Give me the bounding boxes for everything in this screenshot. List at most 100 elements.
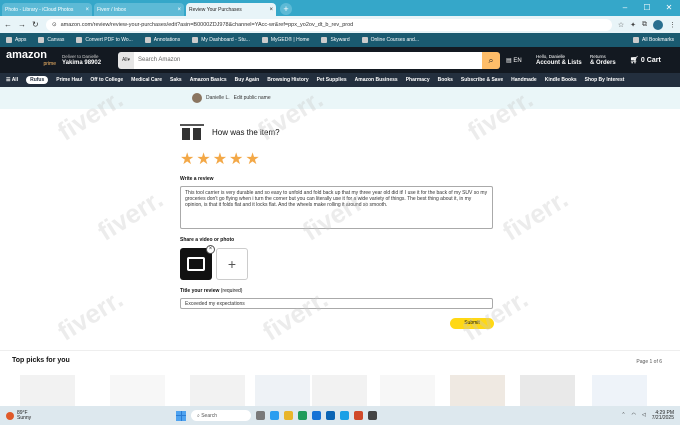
date: 7/21/2025 [651,414,674,421]
tray-chevron-icon[interactable]: ⌃ [621,413,625,418]
extension-icon[interactable]: ✦ [630,21,636,29]
chrome-icon[interactable] [298,411,307,420]
bookmark-convert-pdf[interactable]: Convert PDF to Wo... [76,37,133,43]
nav-rufus[interactable]: Rufus [26,76,49,84]
nav-label: All [11,77,19,83]
maximize-icon[interactable]: ☐ [636,0,658,16]
nav-saks[interactable]: Saks [170,77,182,83]
product-card[interactable] [110,375,165,407]
store-icon[interactable] [326,411,335,420]
edit-public-name-link[interactable]: Edit public name [234,95,271,101]
tab-fiverr-inbox[interactable]: Fiverr / Inbox × [94,3,184,16]
top-picks-heading: Top picks for you [12,357,70,364]
bookmark-skyward[interactable]: Skyward [321,37,350,43]
app-icon[interactable] [368,411,377,420]
add-media-button[interactable]: + [216,248,248,280]
nav-prime-haul[interactable]: Prime Haul [56,77,82,83]
bookmark-annotations[interactable]: Annotations [144,37,180,43]
bookmark-myged[interactable]: MyGED® | Home [261,37,309,43]
nav-shop-by-interest[interactable]: Shop By Interest [585,77,625,83]
deliver-to[interactable]: Deliver to Danielle Yakima 98902 [62,54,112,66]
language-select[interactable]: ▤ EN [506,57,530,64]
review-title-input[interactable]: Exceeded my expectations [180,298,493,309]
review-textarea[interactable]: This tool carrier is very durable and so… [180,186,493,229]
nav-amazon-basics[interactable]: Amazon Basics [190,77,227,83]
nav-amazon-business[interactable]: Amazon Business [355,77,398,83]
star-2-icon[interactable]: ★ [196,152,210,168]
bookmark-label: Convert PDF to Wo... [85,37,133,43]
submit-button[interactable]: Submit [450,318,494,329]
extensions-puzzle-icon[interactable]: ⧉ [642,21,647,29]
close-window-icon[interactable]: ✕ [658,0,680,16]
search-category-select[interactable]: All ▾ [118,51,134,69]
product-card[interactable] [592,375,647,407]
nav-kindle-books[interactable]: Kindle Books [545,77,577,83]
product-card[interactable] [380,375,435,407]
nav-all[interactable]: ☰ All [6,77,18,83]
search-input[interactable]: Search Amazon [134,51,482,69]
tab-review-purchases[interactable]: Review Your Purchases × [186,3,276,16]
forward-icon[interactable]: → [18,20,26,29]
star-3-icon[interactable]: ★ [213,152,227,168]
nav-buy-again[interactable]: Buy Again [235,77,260,83]
task-view-icon[interactable] [256,411,265,420]
product-card[interactable] [190,375,245,407]
clock[interactable]: 4:29 PM 7/21/2025 [651,410,674,421]
annotations-icon [144,37,151,43]
close-tab-icon[interactable]: × [177,7,181,13]
taskbar-search[interactable]: ⌕ Search [191,410,251,421]
back-icon[interactable]: ← [4,20,12,29]
office-icon[interactable] [354,411,363,420]
remove-media-icon[interactable]: × [206,245,215,254]
nav-off-to-college[interactable]: Off to College [90,77,123,83]
weather-widget[interactable]: 89°F Sunny [6,410,176,421]
nav-handmade[interactable]: Handmade [511,77,537,83]
mail-icon[interactable] [340,411,349,420]
nav-pet-supplies[interactable]: Pet Supplies [317,77,347,83]
close-tab-icon[interactable]: × [269,7,273,13]
bookmark-canvas[interactable]: Canvas [38,37,64,43]
cart-button[interactable]: 🛒︎ 0 Cart [630,56,661,65]
bookmark-dashboard[interactable]: My Dashboard - Stu... [192,37,250,43]
wifi-icon[interactable]: ◠ [632,413,636,418]
nav-browsing-history[interactable]: Browsing History [267,77,308,83]
product-card[interactable] [450,375,505,407]
bookmark-apps[interactable]: Apps [6,37,26,43]
close-tab-icon[interactable]: × [85,7,89,13]
lang-label: EN [513,57,522,64]
star-4-icon[interactable]: ★ [229,152,243,168]
required-note: (required) [220,288,243,294]
file-explorer-icon[interactable] [284,411,293,420]
nav-subscribe-save[interactable]: Subscribe & Save [461,77,503,83]
tab-icloud-photos[interactable]: Photo - Library - iCloud Photos × [2,3,92,16]
reload-icon[interactable]: ↻ [32,20,40,29]
public-profile-strip: Danielle L. Edit public name [0,87,680,109]
windows-start-icon[interactable] [176,410,186,421]
widgets-icon[interactable] [270,411,279,420]
nav-pharmacy[interactable]: Pharmacy [406,77,430,83]
star-1-icon[interactable]: ★ [180,152,194,168]
account-lists[interactable]: Hello, Danielle Account & Lists [536,54,584,66]
nav-medical-care[interactable]: Medical Care [131,77,162,83]
nav-books[interactable]: Books [438,77,453,83]
new-tab-button[interactable]: + [280,3,292,15]
product-card[interactable] [20,375,75,407]
profile-avatar[interactable] [653,19,663,30]
product-card[interactable] [255,375,310,407]
product-card[interactable] [520,375,575,407]
returns-orders[interactable]: Returns & Orders [590,54,624,66]
search-button[interactable]: ⌕ [482,51,500,69]
product-card[interactable] [312,375,367,407]
edge-icon[interactable] [312,411,321,420]
bookmark-star-icon[interactable]: ☆ [618,21,624,29]
minimize-icon[interactable]: – [614,0,636,16]
uploaded-video-thumbnail[interactable]: × [180,245,215,280]
url-field[interactable]: ⊙ amazon.com/review/review-your-purchase… [46,18,612,31]
bookmark-online-courses[interactable]: Online Courses and... [361,37,419,43]
amazon-logo[interactable]: amazon prime [6,50,56,69]
all-bookmarks[interactable]: All Bookmarks [633,37,674,43]
site-info-icon[interactable]: ⊙ [52,22,57,28]
star-5-icon[interactable]: ★ [245,152,259,168]
volume-icon[interactable]: ◁ [642,413,646,418]
menu-icon[interactable]: ⋮ [669,21,676,29]
